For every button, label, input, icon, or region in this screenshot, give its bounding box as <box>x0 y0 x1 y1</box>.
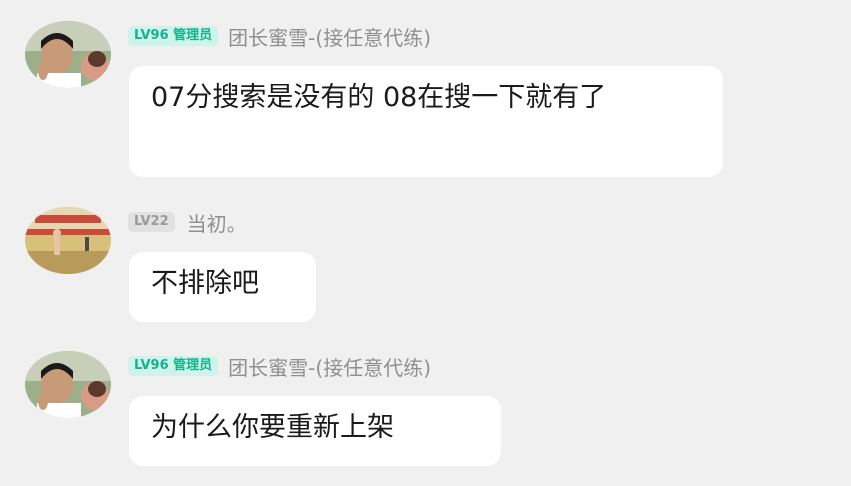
level-admin-badge: LV96 管理员 <box>128 26 219 46</box>
person-avatar-icon <box>25 21 111 88</box>
user-avatar[interactable] <box>25 351 111 418</box>
username[interactable]: 团长蜜雪-(接任意代练) <box>228 22 431 51</box>
level-admin-badge: LV96 管理员 <box>128 356 219 376</box>
stage-event-avatar-icon <box>25 207 111 274</box>
message-text: 07分搜索是没有的 08在搜一下就有了 <box>151 82 607 113</box>
message-bubble[interactable]: 为什么你要重新上架 <box>129 396 501 466</box>
message-bubble[interactable]: 07分搜索是没有的 08在搜一下就有了 <box>129 66 723 177</box>
user-avatar[interactable] <box>25 207 111 274</box>
username[interactable]: 当初。 <box>187 208 247 237</box>
username[interactable]: 团长蜜雪-(接任意代练) <box>228 352 431 381</box>
person-avatar-icon <box>25 351 111 418</box>
message-text: 为什么你要重新上架 <box>151 412 394 443</box>
user-avatar[interactable] <box>25 21 111 88</box>
message-text: 不排除吧 <box>151 268 259 299</box>
message-bubble[interactable]: 不排除吧 <box>129 252 316 322</box>
level-badge: LV22 <box>128 212 175 232</box>
